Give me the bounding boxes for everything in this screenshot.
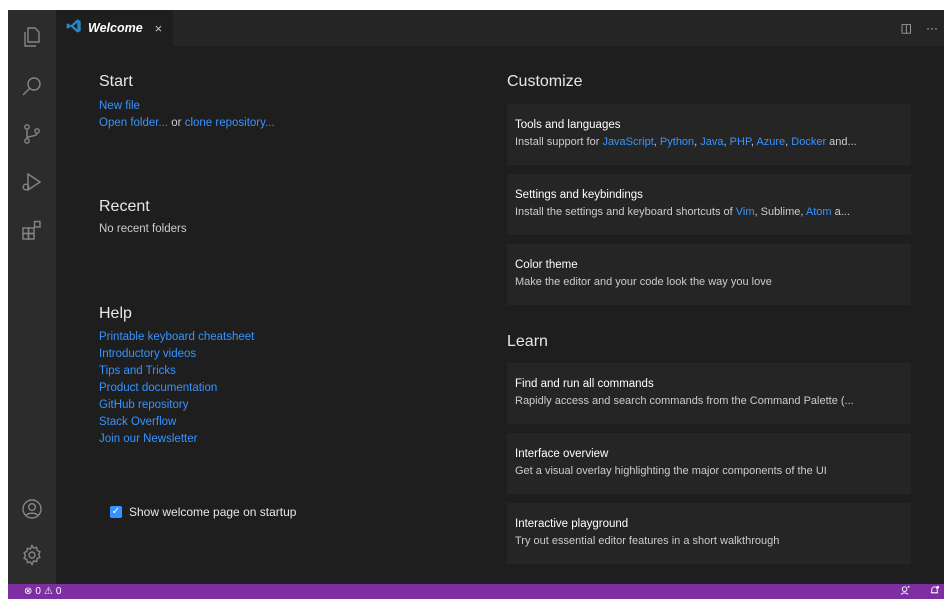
activity-bar	[8, 10, 56, 584]
card-find-commands[interactable]: Find and run all commands Rapidly access…	[507, 363, 911, 424]
settings-gear-icon[interactable]	[20, 543, 44, 567]
error-icon: ⊗	[24, 586, 33, 597]
new-file-link[interactable]: New file	[99, 100, 140, 112]
open-folder-row: Open folder... or clone repository...	[99, 117, 275, 129]
help-link-tips[interactable]: Tips and Tricks	[99, 365, 176, 377]
source-control-icon[interactable]	[20, 122, 44, 146]
vscode-window: Welcome × ◫ ··· Start New file Open fold…	[8, 10, 944, 599]
customize-heading: Customize	[507, 73, 583, 90]
help-heading: Help	[99, 305, 132, 322]
card-interactive-playground[interactable]: Interactive playground Try out essential…	[507, 503, 911, 564]
error-count: 0	[35, 586, 41, 597]
search-icon[interactable]	[20, 75, 44, 99]
editor-actions: ◫ ···	[901, 10, 938, 46]
card-tools-languages[interactable]: Tools and languages Install support for …	[507, 104, 911, 165]
feedback-icon[interactable]	[900, 585, 911, 599]
card-title: Find and run all commands	[515, 378, 654, 390]
card-settings-keybindings[interactable]: Settings and keybindings Install the set…	[507, 174, 911, 235]
warning-icon: ⚠	[43, 586, 53, 597]
help-link-newsletter[interactable]: Join our Newsletter	[99, 433, 197, 445]
help-link-videos[interactable]: Introductory videos	[99, 348, 196, 360]
card-desc: Install the settings and keyboard shortc…	[515, 206, 850, 218]
card-desc: Get a visual overlay highlighting the ma…	[515, 465, 827, 477]
card-title: Tools and languages	[515, 119, 621, 131]
card-interface-overview[interactable]: Interface overview Get a visual overlay …	[507, 433, 911, 494]
status-right	[900, 584, 940, 599]
card-title: Interface overview	[515, 448, 609, 460]
card-desc: Rapidly access and search commands from …	[515, 395, 854, 407]
warning-count: 0	[55, 586, 62, 597]
clone-repository-link[interactable]: clone repository...	[185, 117, 275, 129]
learn-heading: Learn	[507, 333, 548, 350]
card-desc: Install support for JavaScript, Python, …	[515, 136, 857, 148]
card-title: Color theme	[515, 259, 578, 271]
startup-option: ✓ Show welcome page on startup	[110, 505, 296, 519]
show-on-startup-label: Show welcome page on startup	[129, 505, 297, 519]
no-recent-folders: No recent folders	[99, 223, 187, 235]
show-on-startup-checkbox[interactable]: ✓	[110, 506, 122, 518]
card-desc: Make the editor and your code look the w…	[515, 276, 772, 288]
card-title: Settings and keybindings	[515, 189, 643, 201]
vscode-logo-icon	[66, 18, 82, 39]
notifications-icon[interactable]	[929, 585, 940, 599]
accounts-icon[interactable]	[20, 497, 44, 521]
or-text: or	[171, 117, 182, 129]
welcome-page: Start New file Open folder... or clone r…	[56, 46, 944, 584]
status-bar: ⊗ 0 ⚠ 0	[8, 584, 944, 599]
help-link-github[interactable]: GitHub repository	[99, 399, 188, 411]
card-desc: Try out essential editor features in a s…	[515, 535, 780, 547]
start-heading: Start	[99, 73, 133, 90]
problems-indicator[interactable]: ⊗ 0 ⚠ 0	[24, 586, 61, 597]
help-link-cheatsheet[interactable]: Printable keyboard cheatsheet	[99, 331, 254, 343]
card-color-theme[interactable]: Color theme Make the editor and your cod…	[507, 244, 911, 305]
help-link-stackoverflow[interactable]: Stack Overflow	[99, 416, 176, 428]
extensions-icon[interactable]	[20, 218, 44, 242]
split-editor-icon[interactable]: ◫	[901, 21, 912, 35]
help-link-docs[interactable]: Product documentation	[99, 382, 217, 394]
run-debug-icon[interactable]	[20, 170, 44, 194]
explorer-icon[interactable]	[20, 25, 44, 49]
card-title: Interactive playground	[515, 518, 629, 530]
tab-welcome[interactable]: Welcome ×	[56, 10, 173, 46]
tab-strip: Welcome × ◫ ···	[56, 10, 944, 46]
tab-close-icon[interactable]: ×	[155, 21, 163, 36]
more-actions-icon[interactable]: ···	[926, 21, 938, 35]
open-folder-link[interactable]: Open folder...	[99, 117, 168, 129]
tab-title: Welcome	[88, 21, 143, 35]
recent-heading: Recent	[99, 198, 150, 215]
